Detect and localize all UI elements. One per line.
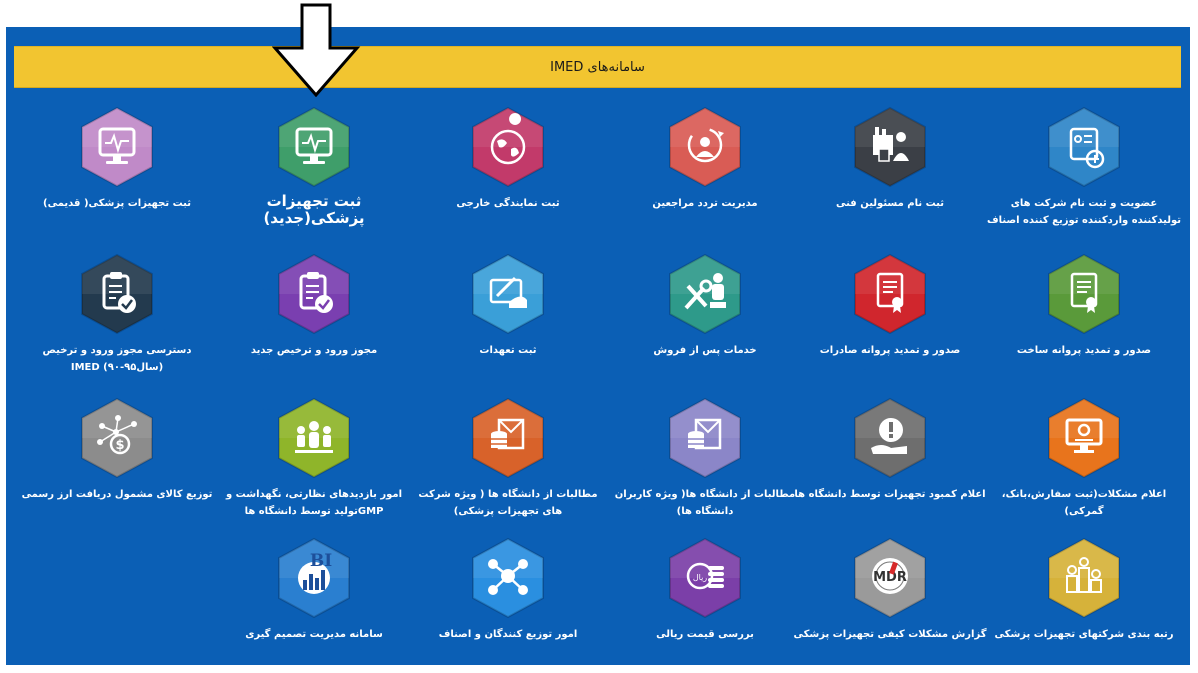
tile-label: مجوز ورود و ترخیص جدید <box>250 345 378 356</box>
tile-icon-badge: BI <box>275 536 353 620</box>
tile-icon-badge <box>851 105 929 189</box>
currency-network-icon: $ <box>81 397 153 479</box>
section-title: سامانه‌های IMED <box>550 59 645 75</box>
clipboard-check-icon <box>278 253 350 335</box>
tile-icon-badge <box>1045 105 1123 189</box>
system-tile[interactable]: ثبت تجهیزات پزشکی(جدید) <box>209 105 419 227</box>
certificate-icon <box>1048 253 1120 335</box>
system-tile[interactable]: $ توزیع کالای مشمول دریافت ارز رسمی <box>12 396 222 503</box>
down-arrow-icon <box>272 3 361 97</box>
tile-label: ثبت تجهیزات پزشکی(جدید) <box>263 192 365 227</box>
system-tile[interactable]: اعلام مشکلات(ثبت سفارش،بانک، گمرکی) <box>979 396 1189 520</box>
tile-icon-badge <box>1045 252 1123 336</box>
section-header: سامانه‌های IMED <box>14 46 1181 88</box>
tile-icon-badge <box>469 105 547 189</box>
tile-label: بررسی قیمت ریالی <box>656 629 754 640</box>
svg-text:$: $ <box>115 438 124 453</box>
coins-envelope-icon <box>669 397 741 479</box>
system-tile[interactable]: ریال بررسی قیمت ریالی <box>600 536 810 643</box>
rial-coins-icon: ریال <box>669 537 741 619</box>
system-tile[interactable]: مجوز ورود و ترخیص جدید <box>209 252 419 359</box>
signing-hand-icon <box>472 253 544 335</box>
tile-icon-badge <box>851 252 929 336</box>
tile-label: مطالبات از دانشگاه ها( ویژه کاربران دانش… <box>614 489 796 517</box>
coins-envelope-icon <box>472 397 544 479</box>
tile-label: اعلام کمبود تجهیزات توسط دانشگاه ها <box>794 489 986 500</box>
system-tile[interactable]: امور توزیع کنندگان و اصناف <box>403 536 613 643</box>
system-tile[interactable]: MDR گزارش مشکلات کیفی تجهیزات پزشکی <box>785 536 995 643</box>
tile-label: امور بازدیدهای نظارتی، نگهداشت و GMPتولی… <box>225 489 403 517</box>
monitor-support-icon <box>1048 397 1120 479</box>
tile-label: ثبت نام مسئولین فنی <box>835 198 944 209</box>
technical-staff-icon <box>854 106 926 188</box>
tile-icon-badge <box>666 105 744 189</box>
tile-label: امور توزیع کنندگان و اصناف <box>438 629 578 640</box>
system-tile[interactable]: دسترسی مجوز ورود و ترخیص (سال۹۵-۹۰) IMED <box>12 252 222 376</box>
tile-label: صدور و تمدید پروانه صادرات <box>819 345 961 356</box>
tile-label: ثبت تجهیزات پزشکی( قدیمی) <box>43 198 191 209</box>
visitor-tracking-icon <box>669 106 741 188</box>
tile-label: ثبت نمایندگی خارجی <box>456 198 560 209</box>
certificate-icon <box>854 253 926 335</box>
mdr-seal-icon: MDR <box>854 537 926 619</box>
tile-label: رتبه بندی شرکتهای تجهیزات پزشکی <box>994 629 1174 640</box>
tile-label: توزیع کالای مشمول دریافت ارز رسمی <box>21 489 213 500</box>
tile-icon-badge <box>275 396 353 480</box>
system-tile[interactable]: مطالبات از دانشگاه ها ( ویژه شرکت های تج… <box>403 396 613 520</box>
system-tile[interactable]: صدور و تمدید پروانه صادرات <box>785 252 995 359</box>
system-tile[interactable]: BI سامانه مدیریت تصمیم گیری <box>209 536 419 643</box>
system-tile[interactable]: رتبه بندی شرکتهای تجهیزات پزشکی <box>979 536 1189 643</box>
tile-label: اعلام مشکلات(ثبت سفارش،بانک، گمرکی) <box>1001 489 1167 517</box>
system-tile[interactable]: اعلام کمبود تجهیزات توسط دانشگاه ها <box>785 396 995 503</box>
tile-icon-badge <box>469 536 547 620</box>
system-tile[interactable]: مدیریت تردد مراجعین <box>600 105 810 212</box>
tile-icon-badge <box>666 252 744 336</box>
ranking-people-icon <box>1048 537 1120 619</box>
tile-icon-badge <box>275 105 353 189</box>
tile-icon-badge <box>275 252 353 336</box>
system-tile[interactable]: ثبت نام مسئولین فنی <box>785 105 995 212</box>
tile-icon-badge <box>666 396 744 480</box>
monitor-ecg-icon <box>278 106 350 188</box>
monitor-ecg-icon <box>81 106 153 188</box>
tile-label: صدور و تمدید پروانه ساخت <box>1016 345 1152 356</box>
tile-label: مدیریت تردد مراجعین <box>652 198 758 209</box>
tile-label: ثبت تعهدات <box>479 345 537 356</box>
system-tile[interactable]: ثبت تعهدات <box>403 252 613 359</box>
svg-text:BI: BI <box>310 551 332 571</box>
tile-label: مطالبات از دانشگاه ها ( ویژه شرکت های تج… <box>418 489 598 517</box>
team-people-icon <box>278 397 350 479</box>
system-tile[interactable]: ثبت نمایندگی خارجی <box>403 105 613 212</box>
globe-pin-icon <box>472 106 544 188</box>
tile-label: خدمات پس از فروش <box>653 345 757 356</box>
system-tile[interactable]: ثبت تجهیزات پزشکی( قدیمی) <box>12 105 222 212</box>
tile-icon-badge <box>851 396 929 480</box>
tile-icon-badge <box>469 252 547 336</box>
tile-icon-badge <box>78 105 156 189</box>
tile-label: گزارش مشکلات کیفی تجهیزات پزشکی <box>793 629 987 640</box>
system-tile[interactable]: امور بازدیدهای نظارتی، نگهداشت و GMPتولی… <box>209 396 419 520</box>
tile-label: سامانه مدیریت تصمیم گیری <box>245 629 383 640</box>
clipboard-check-icon <box>81 253 153 335</box>
tile-label: عضویت و ثبت نام شرکت های تولیدکننده وارد… <box>987 198 1181 226</box>
system-tile[interactable]: خدمات پس از فروش <box>600 252 810 359</box>
tile-icon-badge <box>1045 536 1123 620</box>
bi-chart-icon: BI <box>278 537 350 619</box>
system-tile[interactable]: صدور و تمدید پروانه ساخت <box>979 252 1189 359</box>
alert-hand-icon <box>854 397 926 479</box>
after-sales-tools-icon <box>669 253 741 335</box>
tile-label: دسترسی مجوز ورود و ترخیص (سال۹۵-۹۰) IMED <box>42 345 192 373</box>
system-tile[interactable]: مطالبات از دانشگاه ها( ویژه کاربران دانش… <box>600 396 810 520</box>
tile-icon-badge <box>469 396 547 480</box>
tile-icon-badge: $ <box>78 396 156 480</box>
registration-card-icon <box>1048 106 1120 188</box>
svg-text:ریال: ریال <box>693 573 707 582</box>
tile-icon-badge: ریال <box>666 536 744 620</box>
tile-icon-badge <box>78 252 156 336</box>
distribution-network-icon <box>472 537 544 619</box>
tile-icon-badge <box>1045 396 1123 480</box>
system-tile[interactable]: عضویت و ثبت نام شرکت های تولیدکننده وارد… <box>979 105 1189 229</box>
tile-icon-badge: MDR <box>851 536 929 620</box>
